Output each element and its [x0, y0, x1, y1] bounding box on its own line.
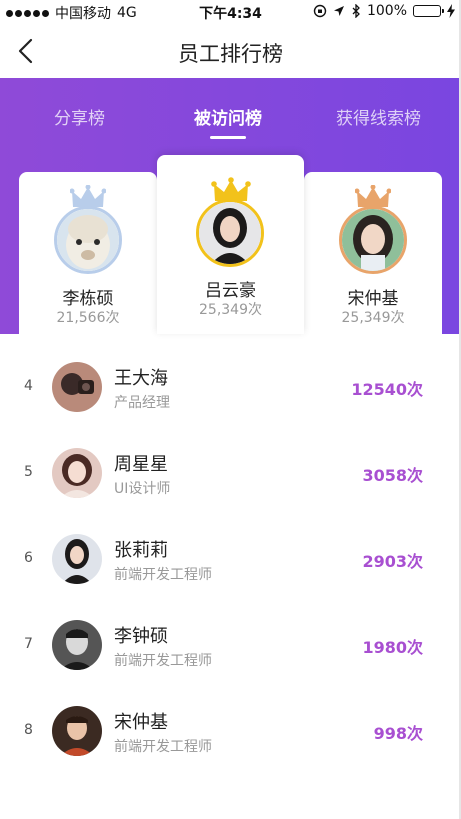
podium-second-count: 21,566次: [56, 310, 120, 326]
person-avatar-icon: [342, 209, 404, 271]
employee-name: 周星星: [114, 454, 168, 475]
leaderboard-tabs: 分享榜 被访问榜 获得线索榜: [0, 78, 461, 148]
rank-number: 5: [24, 464, 33, 480]
list-item[interactable]: 8 宋仲基 前端开发工程师 998次: [0, 678, 461, 764]
podium-first-name: 吕云豪: [205, 281, 256, 301]
bluetooth-icon: [352, 4, 360, 18]
avatar: [52, 362, 102, 412]
employee-role: 前端开发工程师: [114, 739, 212, 755]
visit-count: 2903次: [362, 552, 423, 571]
tab-visited[interactable]: 被访问榜: [194, 104, 262, 129]
active-tab-indicator: [210, 136, 246, 139]
tab-share[interactable]: 分享榜: [54, 104, 105, 129]
list-item[interactable]: 6 张莉莉 前端开发工程师 2903次: [0, 506, 461, 592]
podium-third-name: 宋仲基: [347, 289, 399, 309]
employee-role: UI设计师: [114, 481, 171, 497]
rank-number: 8: [24, 722, 33, 738]
list-item[interactable]: 7 李钟硕 前端开发工程师 1980次: [0, 592, 461, 678]
battery-percent: 100%: [366, 3, 407, 19]
employee-name: 宋仲基: [114, 712, 168, 733]
location-arrow-icon: [333, 6, 344, 16]
podium-second-name: 李栋硕: [62, 289, 114, 309]
podium-third-card[interactable]: 宋仲基 25,349次: [304, 172, 442, 334]
avatar: [52, 448, 102, 498]
person-avatar-icon: [199, 202, 261, 264]
list-item[interactable]: 4 王大海 产品经理 12540次: [0, 334, 461, 420]
podium-second-card[interactable]: 李栋硕 21,566次: [19, 172, 157, 334]
status-right: 100%: [313, 3, 455, 19]
visit-count: 12540次: [351, 380, 423, 399]
navigation-bar: 员工排行榜: [0, 24, 461, 78]
list-item[interactable]: 5 周星星 UI设计师 3058次: [0, 420, 461, 506]
employee-name: 李钟硕: [114, 626, 168, 647]
avatar: [54, 206, 122, 274]
employee-role: 前端开发工程师: [114, 567, 212, 583]
podium-first-card[interactable]: 吕云豪 25,349次: [157, 155, 304, 334]
employee-name: 张莉莉: [114, 540, 168, 561]
avatar: [52, 706, 102, 756]
employee-role: 前端开发工程师: [114, 653, 212, 669]
visit-count: 3058次: [362, 466, 423, 485]
page-title: 员工排行榜: [178, 42, 283, 66]
rotation-lock-icon: [313, 4, 327, 18]
rank-number: 6: [24, 550, 33, 566]
charging-bolt-icon: [447, 4, 455, 18]
visit-count: 1980次: [362, 638, 423, 657]
status-bar: 中国移动 4G 下午4:34 100%: [0, 0, 461, 24]
avatar: [52, 620, 102, 670]
battery-icon: [413, 5, 444, 17]
employee-name: 王大海: [114, 368, 168, 389]
avatar: [339, 206, 407, 274]
employee-role: 产品经理: [114, 395, 170, 411]
rank-number: 7: [24, 636, 33, 652]
tab-leads[interactable]: 获得线索榜: [336, 104, 421, 129]
podium-third-count: 25,349次: [341, 310, 405, 326]
visit-count: 998次: [373, 724, 423, 743]
avatar: [196, 199, 264, 267]
avatar: [52, 534, 102, 584]
podium-first-count: 25,349次: [199, 302, 262, 318]
rank-number: 4: [24, 378, 33, 394]
alpaca-avatar-icon: [57, 209, 119, 271]
